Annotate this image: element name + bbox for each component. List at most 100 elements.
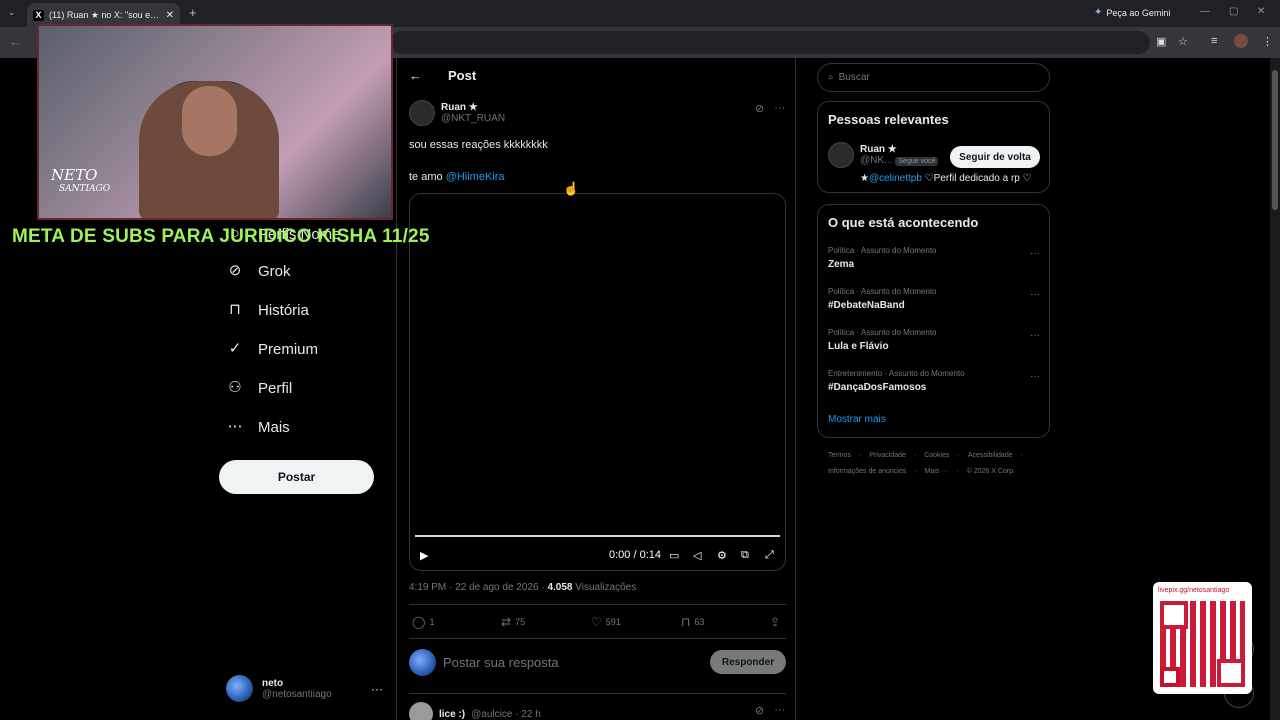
- play-icon[interactable]: ▶: [420, 549, 428, 562]
- bookmark-icon: ⊓: [229, 301, 241, 318]
- nav-item-premium[interactable]: ✓ Premium: [226, 337, 318, 361]
- nav-label: História: [258, 301, 309, 319]
- account-handle: @netosantiiago: [262, 688, 332, 700]
- more-horizontal-icon[interactable]: ···: [774, 704, 785, 717]
- like-action[interactable]: ♡ 591: [591, 615, 621, 629]
- reply-avatar[interactable]: [409, 702, 433, 720]
- footer-link[interactable]: Cookies: [924, 452, 949, 459]
- trend-topic: #DançaDosFamosos: [828, 382, 927, 393]
- grok-icon: ⊘: [228, 262, 242, 279]
- scrollbar[interactable]: [1270, 58, 1280, 720]
- show-more-link[interactable]: Mostrar mais: [828, 414, 886, 425]
- nav-item-grok[interactable]: ⊘ Grok: [226, 259, 291, 283]
- mention-link[interactable]: @HiimeKira: [446, 171, 505, 183]
- reply-button[interactable]: Responder: [710, 650, 786, 674]
- divider: [409, 638, 786, 639]
- heart-icon: ♡: [591, 615, 602, 629]
- nav-label: Mais: [258, 418, 290, 436]
- trend-item[interactable]: Entretenimento · Assunto do Momento #Dan…: [828, 369, 1040, 393]
- trend-item[interactable]: Política · Assunto do Momento Lula e Flá…: [828, 328, 1040, 352]
- trend-item[interactable]: Política · Assunto do Momento #DebateNaB…: [828, 287, 1040, 311]
- bookmark-action[interactable]: ⊓ 63: [681, 615, 704, 629]
- follow-back-button[interactable]: Seguir de volta: [950, 146, 1040, 168]
- video-player[interactable]: ▶ 0:00 / 0:14 ▭ ◁ ⚙ ⧉ ⤢: [409, 193, 786, 571]
- more-horizontal-icon[interactable]: ···: [1030, 371, 1040, 382]
- bio-mention-link[interactable]: @celinettpb: [869, 173, 922, 184]
- video-controls: ▶ 0:00 / 0:14 ▭ ◁ ⚙ ⧉ ⤢: [410, 546, 785, 566]
- grok-explain-icon[interactable]: ⊘: [755, 102, 764, 115]
- post-actions: ◯ 1 ⇄ 75 ♡ 591 ⊓ 63 ⇪: [409, 613, 786, 633]
- back-icon[interactable]: ←: [9, 34, 22, 49]
- close-tab-icon[interactable]: ✕: [166, 10, 174, 21]
- settings-gear-icon[interactable]: ⚙: [717, 549, 727, 562]
- share-action[interactable]: ⇪: [770, 615, 780, 629]
- more-horizontal-icon[interactable]: ···: [1030, 330, 1040, 341]
- footer-links-2: Informações de anúncios · Mais ··· · © 202…: [828, 468, 1015, 475]
- post-author[interactable]: Ruan ★ @NKT_RUAN: [409, 100, 505, 126]
- grok-explain-icon[interactable]: ⊘: [755, 704, 764, 717]
- trend-topic: #DebateNaBand: [828, 300, 905, 311]
- nav-label: Grok: [258, 262, 291, 280]
- verified-icon: ✓: [228, 340, 242, 357]
- card-title: Pessoas relevantes: [828, 112, 949, 127]
- back-arrow-icon[interactable]: ←: [409, 68, 422, 83]
- footer-link[interactable]: Privacidade: [869, 452, 906, 459]
- bookmark-star-icon[interactable]: ☆: [1178, 35, 1188, 48]
- post-button[interactable]: Postar: [219, 460, 374, 494]
- reply-action[interactable]: ◯ 1: [412, 615, 434, 629]
- scrollbar-thumb[interactable]: [1272, 70, 1278, 210]
- person-icon: ⚇: [228, 379, 242, 396]
- post-column: ← Post Ruan ★ @NKT_RUAN ⊘ ··· sou essas …: [396, 58, 796, 720]
- browser-profile-avatar[interactable]: [1234, 34, 1248, 48]
- reply-item[interactable]: lice :) @aulcice · 22 h: [409, 702, 541, 720]
- post-header: ← Post: [409, 68, 476, 83]
- reply-input[interactable]: Postar sua resposta: [443, 655, 710, 670]
- author-name: Ruan ★: [441, 102, 478, 113]
- gemini-button[interactable]: ✦ Peça ao Gemini: [1094, 7, 1170, 18]
- relevant-user-avatar[interactable]: [828, 142, 854, 168]
- page-title: Post: [448, 68, 477, 83]
- footer-links: Termos · Privacidade · Cookies · Acessibili…: [828, 452, 1023, 459]
- relevant-user-handle: @NK...: [860, 155, 893, 166]
- bookmark-count: 63: [694, 617, 705, 627]
- trend-topic: Lula e Flávio: [828, 341, 889, 352]
- captions-icon[interactable]: ▭: [669, 549, 679, 562]
- video-progress-bar[interactable]: [415, 535, 780, 537]
- more-horizontal-icon[interactable]: ···: [371, 682, 383, 696]
- pip-icon[interactable]: ⧉: [741, 549, 749, 562]
- cast-icon[interactable]: ▣: [1156, 35, 1166, 48]
- more-horizontal-icon[interactable]: ···: [774, 102, 785, 115]
- more-horizontal-icon[interactable]: ···: [1030, 248, 1040, 259]
- volume-icon[interactable]: ◁: [693, 549, 701, 562]
- search-icon: ⌕: [828, 72, 834, 83]
- tab-list-icon[interactable]: ⌄: [8, 7, 16, 18]
- reply-count: 1: [429, 617, 435, 627]
- author-avatar[interactable]: [409, 100, 435, 126]
- video-time: 0:00 / 0:14: [609, 549, 661, 561]
- footer-link[interactable]: Acessibilidade: [968, 452, 1013, 459]
- footer-link[interactable]: Mais ···: [925, 468, 949, 475]
- nav-item-bookmarks[interactable]: ⊓ História: [226, 298, 309, 322]
- footer-link[interactable]: Termos: [828, 452, 851, 459]
- nav-item-profile[interactable]: ⚇ Perfil: [226, 376, 292, 400]
- relevant-user[interactable]: Ruan ★ @NK... Segue você: [828, 142, 939, 168]
- bio-prefix: ★: [860, 173, 869, 184]
- minimize-icon[interactable]: —: [1200, 6, 1210, 17]
- new-tab-icon[interactable]: +: [189, 5, 197, 20]
- relevant-user-bio: ★@celinettpb ♡Perfil dedicado a rp ♡: [860, 173, 1032, 184]
- restore-icon[interactable]: ▢: [1229, 6, 1238, 17]
- fullscreen-icon[interactable]: ⤢: [765, 549, 774, 562]
- media-icon[interactable]: ≡: [1211, 35, 1217, 47]
- address-bar[interactable]: [390, 31, 1150, 54]
- search-input[interactable]: ⌕ Buscar: [817, 63, 1050, 92]
- menu-icon[interactable]: ⋮: [1262, 35, 1273, 48]
- trend-context: Política · Assunto do Momento: [828, 246, 937, 255]
- repost-action[interactable]: ⇄ 75: [501, 615, 525, 629]
- nav-item-more[interactable]: ⋯ Mais: [226, 415, 290, 439]
- footer-link[interactable]: Informações de anúncios: [828, 468, 906, 475]
- post-text-line2: te amo @HiimeKira: [409, 171, 505, 183]
- window-close-icon[interactable]: ✕: [1257, 6, 1265, 17]
- more-horizontal-icon[interactable]: ···: [1030, 289, 1040, 300]
- trend-item[interactable]: Política · Assunto do Momento Zema ···: [828, 246, 1040, 270]
- account-switcher[interactable]: neto @netosantiiago: [226, 675, 332, 702]
